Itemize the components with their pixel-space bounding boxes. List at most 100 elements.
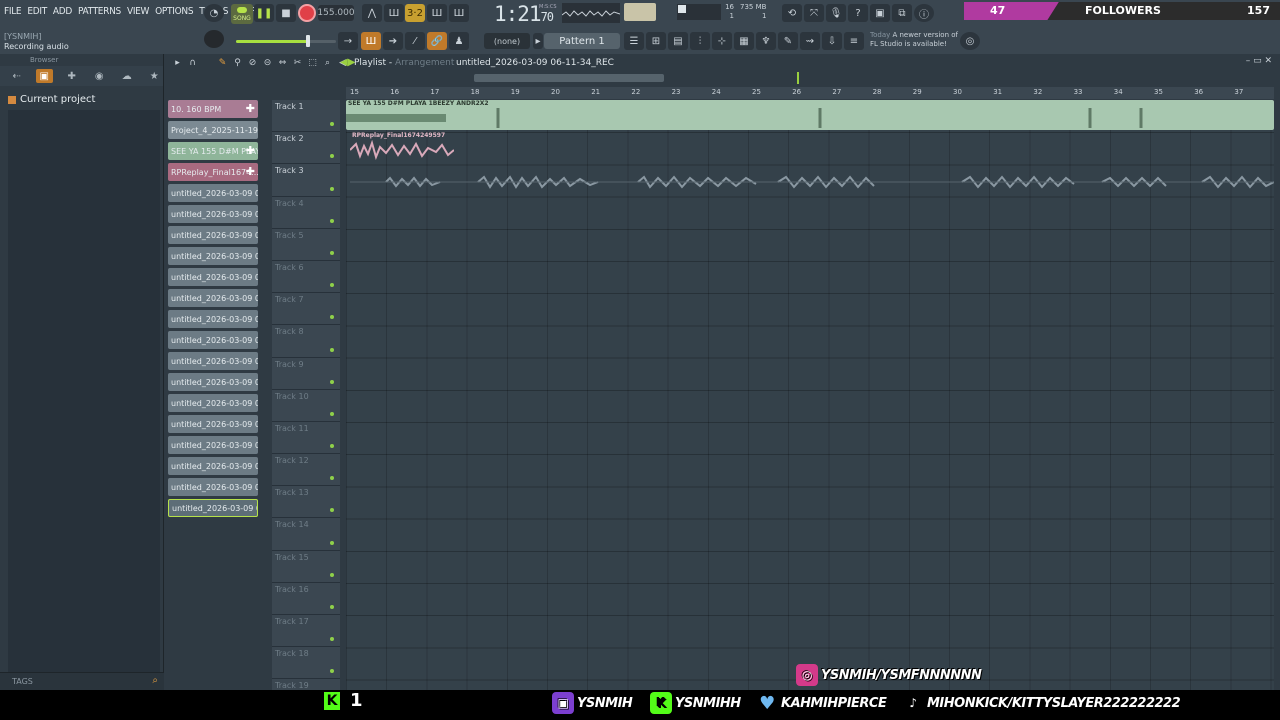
pattern-prev-icon[interactable]: ▸	[533, 33, 543, 49]
track-header[interactable]: Track 7	[272, 293, 340, 326]
audio-clip-track3[interactable]	[350, 164, 1274, 194]
track-header[interactable]: Track 13	[272, 486, 340, 519]
clip-source-item[interactable]: untitled_2026-03-09 06-...	[168, 247, 258, 265]
window-controls[interactable]: – ▭ ✕	[1246, 56, 1272, 66]
arrow-menu-icon[interactable]: ▸	[172, 57, 183, 68]
track-header[interactable]: Track 15	[272, 550, 340, 583]
metronome-dial-icon[interactable]: ◔	[204, 4, 224, 22]
midi-icon[interactable]: ⧉	[892, 4, 912, 22]
folder-tab-icon[interactable]: ▣	[35, 69, 53, 83]
plugin-tab-icon[interactable]: ✚	[63, 69, 81, 83]
menu-add[interactable]: ADD	[53, 6, 72, 17]
audio-clip-track2[interactable]: RPReplay_Final1674249597	[350, 132, 454, 162]
menu-patterns[interactable]: PATTERNS	[78, 6, 121, 17]
typing-keyboard-icon[interactable]: Ш	[361, 32, 381, 50]
track-header[interactable]: Track 12	[272, 454, 340, 487]
track-header[interactable]: Track 5	[272, 228, 340, 261]
menu-view[interactable]: VIEW	[127, 6, 149, 17]
tempo-display[interactable]: 155.000	[317, 5, 355, 21]
track-header[interactable]: Track 17	[272, 615, 340, 648]
track-header[interactable]: Track 3	[272, 164, 340, 197]
track-enable-led[interactable]	[330, 669, 334, 674]
menu-edit[interactable]: EDIT	[27, 6, 47, 17]
zoom-icon[interactable]: ⌕	[322, 57, 333, 68]
track-enable-led[interactable]	[330, 283, 334, 288]
plugin-picker-icon[interactable]: ⊹	[712, 32, 732, 50]
playlist-scrollbar[interactable]	[474, 74, 664, 82]
stop-button[interactable]: ■	[276, 4, 296, 22]
cloud-tab-icon[interactable]: ☁	[118, 69, 136, 83]
clip-source-item[interactable]: untitled_2026-03-09 06-...	[168, 268, 258, 286]
track-header[interactable]: Track 9	[272, 357, 340, 390]
stamp-icon[interactable]: ♟	[449, 32, 469, 50]
track-enable-led[interactable]	[330, 218, 334, 223]
clip-source-item[interactable]: untitled_2026-03-09 06-...	[168, 478, 258, 496]
browser-item-current-project[interactable]: Current project	[0, 94, 163, 105]
slip-icon[interactable]: ⇔	[277, 57, 288, 68]
touch-keyboard-icon[interactable]: ✎	[778, 32, 798, 50]
arrow-right-icon[interactable]: ➔	[383, 32, 403, 50]
back-arrow-icon[interactable]: ⇠	[8, 69, 26, 83]
track-enable-led[interactable]	[330, 476, 334, 481]
mixer-icon[interactable]: ⫶	[690, 32, 710, 50]
paint-icon[interactable]: ⚲	[232, 57, 243, 68]
menu-file[interactable]: FILE	[4, 6, 22, 17]
track-enable-led[interactable]	[330, 444, 334, 449]
track-enable-led[interactable]	[330, 508, 334, 513]
mixer-link-icon[interactable]: ⤧	[804, 4, 824, 22]
help-icon[interactable]: ?	[848, 4, 868, 22]
clip-source-item[interactable]: 10. 160 BPM ✚	[168, 100, 258, 118]
select-icon[interactable]: ⬚	[307, 57, 318, 68]
countdown-icon[interactable]: 3·2	[405, 4, 425, 22]
browser-toggle-icon[interactable]: ▦	[734, 32, 754, 50]
export-icon[interactable]: ⇝	[800, 32, 820, 50]
slice-icon[interactable]: ✂	[292, 57, 303, 68]
add-clip-icon[interactable]: ✚	[246, 144, 255, 157]
track-header[interactable]: Track 16	[272, 582, 340, 615]
pattern-song-icon[interactable]: ⋀	[362, 4, 382, 22]
clip-source-item[interactable]: untitled_2026-03-09 06-...	[168, 394, 258, 412]
record-button[interactable]	[298, 4, 316, 22]
track-enable-led[interactable]	[330, 411, 334, 416]
delete-icon[interactable]: ⊘	[247, 57, 258, 68]
track-enable-led[interactable]	[330, 637, 334, 642]
clip-source-item[interactable]: untitled_2026-03-09 06-...	[168, 310, 258, 328]
plugin-icon[interactable]: ♆	[756, 32, 776, 50]
step-edit-icon[interactable]: Ш	[427, 4, 447, 22]
track-enable-led[interactable]	[330, 186, 334, 191]
track-enable-led[interactable]	[330, 379, 334, 384]
timeline-ruler[interactable]: 15 16 17 18 19 20 21 22 23 24 25 26 27 28 29 30 31 32 33 34…	[346, 87, 1274, 99]
save-icon[interactable]: ▣	[870, 4, 890, 22]
track-header[interactable]: Track 6	[272, 260, 340, 294]
playhead-marker[interactable]	[797, 72, 799, 84]
piano-roll-icon[interactable]: ⊞	[646, 32, 666, 50]
audio-clip-track1[interactable]: SEE YA 155 D#M PLAYA 1BEEZY ANDR2X2	[346, 100, 1274, 130]
link-icon[interactable]: 🔗	[427, 32, 447, 50]
search-tab-icon[interactable]: ◉	[91, 69, 109, 83]
playlist-icon[interactable]: ☰	[624, 32, 644, 50]
master-pitch-knob[interactable]	[204, 30, 224, 48]
track-enable-led[interactable]	[330, 347, 334, 352]
loop-record-icon[interactable]: Ш	[449, 4, 469, 22]
track-header[interactable]: Track 10	[272, 389, 340, 422]
clip-source-item[interactable]: SEE YA 155 D#M PLAY... ✚	[168, 142, 258, 160]
channel-rack-icon[interactable]: ▤	[668, 32, 688, 50]
clip-source-item[interactable]: untitled_2026-03-09 06-...	[168, 373, 258, 391]
download-icon[interactable]: ⇩	[822, 32, 842, 50]
info-icon[interactable]: ⓘ	[914, 4, 934, 22]
track-enable-led[interactable]	[330, 315, 334, 320]
search-icon[interactable]: ⌕	[152, 675, 158, 686]
add-clip-icon[interactable]: ✚	[246, 102, 255, 115]
track-enable-led[interactable]	[330, 605, 334, 609]
pattern-selector[interactable]: Pattern 1	[544, 33, 620, 49]
track-header[interactable]: Track 8	[272, 325, 340, 358]
mic-icon[interactable]: 🎙	[826, 4, 846, 22]
track-enable-led[interactable]	[330, 572, 334, 577]
track-header[interactable]: Track 2	[272, 132, 340, 165]
track-enable-led[interactable]	[330, 122, 334, 127]
pencil-icon[interactable]: ✎	[217, 57, 228, 68]
track-header[interactable]: Track 18	[272, 647, 340, 680]
clip-source-item[interactable]: untitled_2026-03-09 06-...	[168, 415, 258, 433]
clip-source-item[interactable]: untitled_2026-03-09 06-...	[168, 352, 258, 370]
tempo-tapper-icon[interactable]: ≡	[844, 32, 864, 50]
